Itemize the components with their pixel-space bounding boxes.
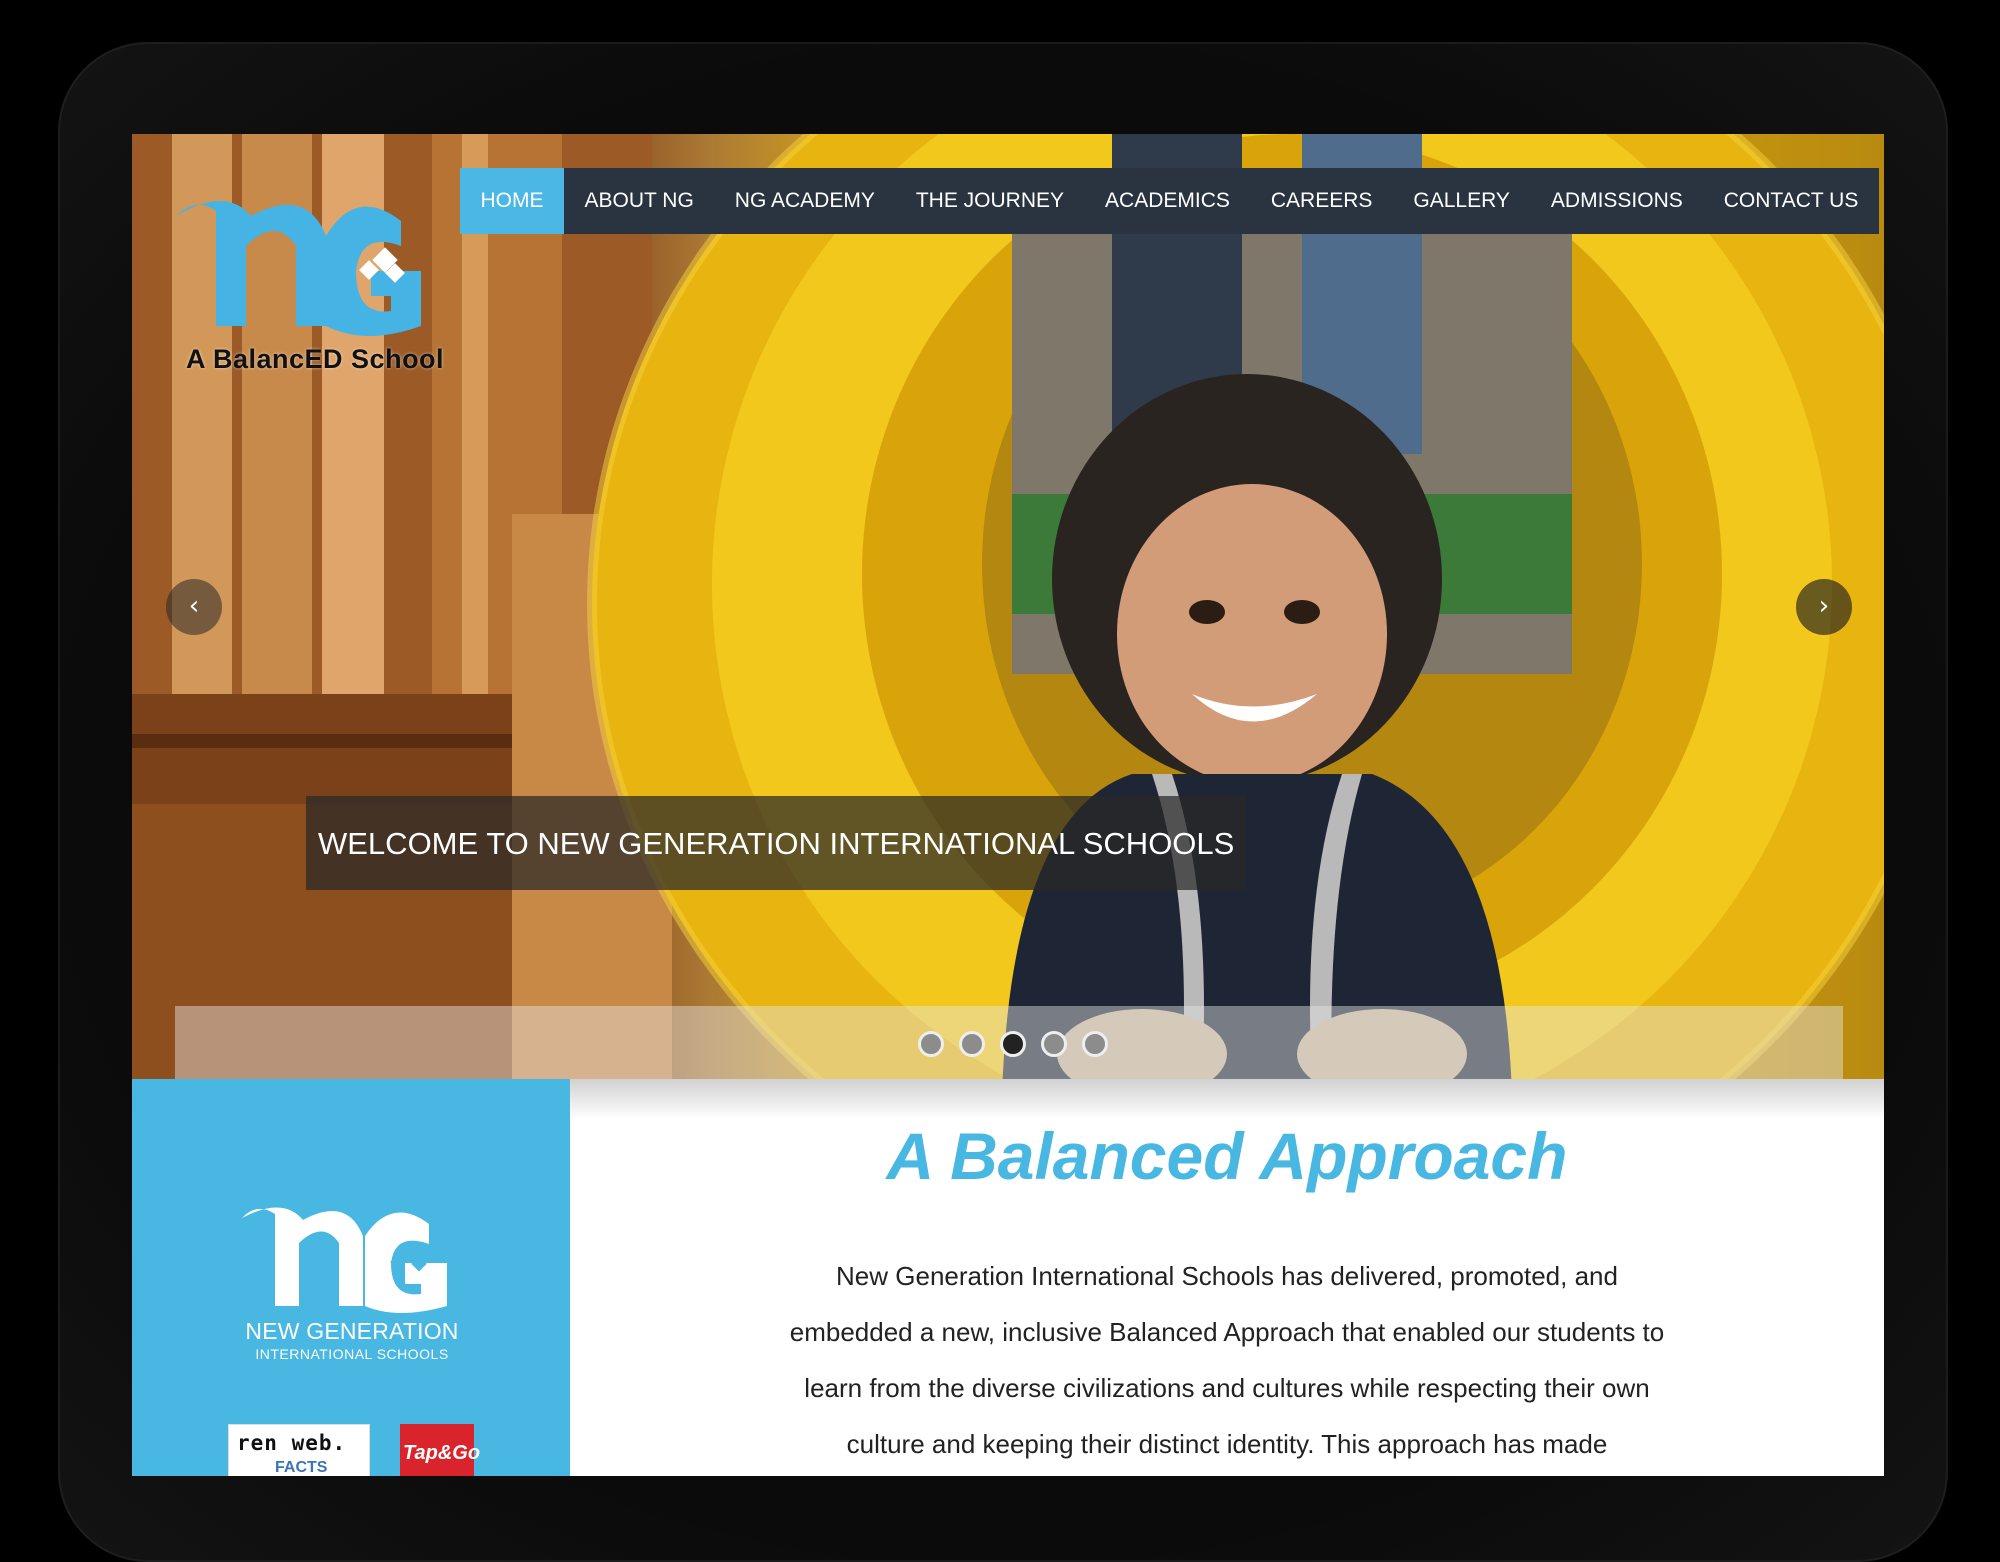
slider-dot-2[interactable] [959, 1031, 985, 1057]
slider-pagination [918, 1031, 1108, 1057]
hero-slider[interactable]: A BalancED School HOME ABOUT NG NG ACADE… [132, 134, 1884, 1079]
nav-item-admissions[interactable]: ADMISSIONS [1530, 168, 1703, 234]
slide-caption: WELCOME TO NEW GENERATION INTERNATIONAL … [306, 796, 1247, 890]
nav-item-the-journey[interactable]: THE JOURNEY [895, 168, 1084, 234]
slider-prev-button[interactable]: ‹ [166, 579, 222, 635]
main-navigation: HOME ABOUT NG NG ACADEMY THE JOURNEY ACA… [460, 168, 1879, 234]
nav-item-gallery[interactable]: GALLERY [1393, 168, 1531, 234]
chevron-left-icon: ‹ [188, 591, 200, 621]
tap-and-go-badge[interactable]: Tap&Go [400, 1424, 480, 1476]
slider-dot-5[interactable] [1082, 1031, 1108, 1057]
renweb-badge-sub: FACTS [275, 1459, 328, 1476]
slider-dot-4[interactable] [1041, 1031, 1067, 1057]
slider-next-button[interactable]: › [1796, 579, 1852, 635]
school-logo[interactable]: A BalancED School [166, 176, 451, 376]
nav-item-about-ng[interactable]: ABOUT NG [564, 168, 714, 234]
renweb-badge[interactable]: ren web. FACTS [228, 1424, 370, 1476]
section-shadow [570, 1079, 1884, 1119]
nav-item-careers[interactable]: CAREERS [1250, 168, 1393, 234]
slider-dot-1[interactable] [918, 1031, 944, 1057]
browser-viewport: A BalancED School HOME ABOUT NG NG ACADE… [132, 134, 1884, 1476]
nav-item-home[interactable]: HOME [460, 168, 564, 234]
school-name-line1: NEW GENERATION [245, 1318, 459, 1344]
tap-and-go-badge-text: Tap&Go [403, 1442, 481, 1464]
nav-item-ng-academy[interactable]: NG ACADEMY [714, 168, 895, 234]
nav-item-contact-us[interactable]: CONTACT US [1703, 168, 1879, 234]
ng-logo-mark [176, 201, 421, 336]
school-name-line2: INTERNATIONAL SCHOOLS [255, 1346, 449, 1362]
section-body: New Generation International Schools has… [789, 1261, 1665, 1459]
renweb-badge-text: ren web. [237, 1431, 347, 1455]
school-tagline: A BalancED School [186, 344, 445, 374]
chevron-right-icon: › [1818, 591, 1830, 621]
nav-item-academics[interactable]: ACADEMICS [1085, 168, 1251, 234]
slider-dot-3[interactable] [1000, 1031, 1026, 1057]
side-school-logo[interactable]: NEW GENERATION INTERNATIONAL SCHOOLS [237, 1188, 467, 1378]
ng-logo-mark-white [242, 1207, 447, 1313]
section-title: A Balanced Approach [886, 1119, 1568, 1193]
